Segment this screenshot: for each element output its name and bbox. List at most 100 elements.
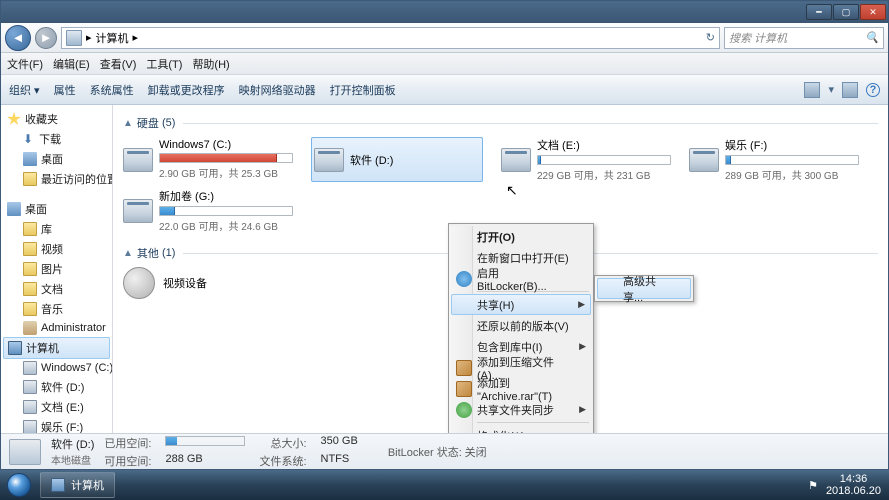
context-menu-item[interactable]: 共享文件夹同步▶	[451, 399, 591, 420]
drive-item[interactable]: 新加卷 (G:) 22.0 GB 可用，共 24.6 GB	[123, 188, 293, 233]
sidebar-downloads[interactable]: ⬇下载	[1, 129, 112, 149]
start-button[interactable]	[0, 470, 38, 500]
control-panel-button[interactable]: 打开控制面板	[330, 82, 396, 98]
context-menu-item[interactable]: 打开(O)	[451, 226, 591, 247]
context-submenu: 高级共享...	[594, 275, 694, 302]
context-menu-item[interactable]: 共享(H)▶	[451, 294, 591, 315]
drive-icon	[23, 420, 37, 433]
collapse-icon: ▲	[123, 248, 133, 259]
status-name: 软件 (D:)	[51, 436, 94, 452]
titlebar: ━ ▢ ✕	[1, 1, 888, 23]
sidebar-docs[interactable]: 文档	[1, 279, 112, 299]
properties-button[interactable]: 属性	[54, 82, 76, 98]
drive-item[interactable]: Windows7 (C:) 2.90 GB 可用，共 25.3 GB	[123, 137, 293, 182]
device-video[interactable]: 视频设备	[163, 275, 207, 291]
computer-icon	[8, 341, 22, 355]
sidebar-computer[interactable]: 计算机	[3, 337, 110, 359]
taskbar-explorer[interactable]: 计算机	[40, 472, 115, 498]
sidebar-admin[interactable]: Administrator	[1, 319, 112, 337]
ar-icon	[456, 381, 472, 397]
drive-icon	[9, 439, 41, 465]
view-mode-icon[interactable]	[804, 82, 820, 98]
system-props-button[interactable]: 系统属性	[90, 82, 134, 98]
status-type: 本地磁盘	[51, 452, 94, 467]
forward-button[interactable]: ►	[35, 27, 57, 49]
tree-drive-d[interactable]: 软件 (D:)	[1, 377, 112, 397]
menu-file[interactable]: 文件(F)	[7, 56, 43, 72]
menu-tools[interactable]: 工具(T)	[146, 56, 182, 72]
drive-name: 新加卷 (G:)	[159, 188, 293, 204]
explorer-window: ━ ▢ ✕ ◄ ► ▸ 计算机 ▸ ↻ 搜索 计算机 🔍 文件(F) 编辑(E)…	[0, 0, 889, 470]
drive-stat: 22.0 GB 可用，共 24.6 GB	[159, 218, 293, 233]
sidebar-video[interactable]: 视频	[1, 239, 112, 259]
drive-icon	[23, 400, 37, 414]
maximize-button[interactable]: ▢	[833, 4, 859, 20]
tree-drive-c[interactable]: Windows7 (C:)	[1, 359, 112, 377]
drive-item[interactable]: 娱乐 (F:) 289 GB 可用，共 300 GB	[689, 137, 859, 182]
sidebar-music[interactable]: 音乐	[1, 299, 112, 319]
webcam-icon	[123, 267, 155, 299]
context-menu-item[interactable]: 还原以前的版本(V)	[451, 315, 591, 336]
usage-bar	[159, 153, 293, 163]
usage-bar	[165, 436, 245, 446]
tree-drive-e[interactable]: 文档 (E:)	[1, 397, 112, 417]
context-submenu-item[interactable]: 高级共享...	[597, 278, 691, 299]
drive-stat: 2.90 GB 可用，共 25.3 GB	[159, 165, 293, 180]
minimize-button[interactable]: ━	[806, 4, 832, 20]
organize-button[interactable]: 组织 ▾	[9, 82, 40, 98]
context-menu: 打开(O)在新窗口中打开(E)启用 BitLocker(B)...共享(H)▶还…	[448, 223, 594, 433]
drive-icon	[501, 148, 531, 172]
sidebar-recent[interactable]: 最近访问的位置	[1, 169, 112, 189]
back-button[interactable]: ◄	[5, 25, 31, 51]
breadcrumb-text[interactable]: 计算机	[96, 30, 129, 46]
user-icon	[23, 321, 37, 335]
drive-stat: 229 GB 可用，共 231 GB	[537, 167, 671, 182]
details-pane: 软件 (D:) 本地磁盘 已用空间: 总大小: 350 GB 可用空间: 288…	[1, 433, 888, 469]
favorites-header[interactable]: 收藏夹	[1, 109, 112, 129]
menubar: 文件(F) 编辑(E) 查看(V) 工具(T) 帮助(H)	[1, 53, 888, 75]
map-drive-button[interactable]: 映射网络驱动器	[239, 82, 316, 98]
menu-help[interactable]: 帮助(H)	[192, 56, 229, 72]
help-icon[interactable]: ?	[866, 83, 880, 97]
submenu-arrow-icon: ▶	[578, 299, 585, 310]
breadcrumb-sep: ▸	[86, 31, 92, 44]
computer-icon	[51, 478, 65, 492]
tray-flag-icon[interactable]: ⚑	[808, 479, 818, 492]
desktop-icon	[7, 202, 21, 216]
drive-item[interactable]: 文档 (E:) 229 GB 可用，共 231 GB	[501, 137, 671, 182]
close-button[interactable]: ✕	[860, 4, 886, 20]
sidebar-desktop[interactable]: 桌面	[1, 149, 112, 169]
drive-item[interactable]: 软件 (D:)	[311, 137, 483, 182]
preview-pane-icon[interactable]	[842, 82, 858, 98]
drive-name: 娱乐 (F:)	[725, 137, 859, 153]
tree-drive-f[interactable]: 娱乐 (F:)	[1, 417, 112, 433]
system-tray[interactable]: ⚑ 14:36 2018.06.20	[800, 473, 889, 497]
windows-orb-icon	[7, 473, 31, 497]
context-menu-item[interactable]: 格式化(A)...	[451, 425, 591, 433]
star-icon	[7, 112, 21, 126]
search-box[interactable]: 搜索 计算机 🔍	[724, 27, 884, 49]
ar-icon	[456, 360, 472, 376]
libraries-header[interactable]: 库	[1, 219, 112, 239]
submenu-arrow-icon: ▶	[579, 404, 586, 415]
drive-name: 文档 (E:)	[537, 137, 671, 153]
view-more-icon[interactable]: ▾	[828, 83, 834, 96]
section-disks[interactable]: ▲ 硬盘 (5)	[123, 115, 878, 131]
folder-icon	[23, 242, 37, 256]
folder-icon	[23, 282, 37, 296]
search-placeholder: 搜索 计算机	[729, 30, 787, 46]
menu-view[interactable]: 查看(V)	[100, 56, 137, 72]
context-menu-item[interactable]: 添加到 "Archive.rar"(T)	[451, 378, 591, 399]
refresh-icon[interactable]: ↻	[706, 31, 715, 44]
clock[interactable]: 14:36 2018.06.20	[826, 473, 881, 497]
folder-icon	[23, 302, 37, 316]
context-menu-item[interactable]: 启用 BitLocker(B)...	[451, 268, 591, 289]
recent-icon	[23, 172, 37, 186]
desktop-header[interactable]: 桌面	[1, 199, 112, 219]
sidebar-pictures[interactable]: 图片	[1, 259, 112, 279]
drive-icon	[314, 148, 344, 172]
menu-edit[interactable]: 编辑(E)	[53, 56, 90, 72]
address-bar[interactable]: ▸ 计算机 ▸ ↻	[61, 27, 720, 49]
uninstall-button[interactable]: 卸载或更改程序	[148, 82, 225, 98]
search-icon: 🔍	[865, 31, 879, 44]
